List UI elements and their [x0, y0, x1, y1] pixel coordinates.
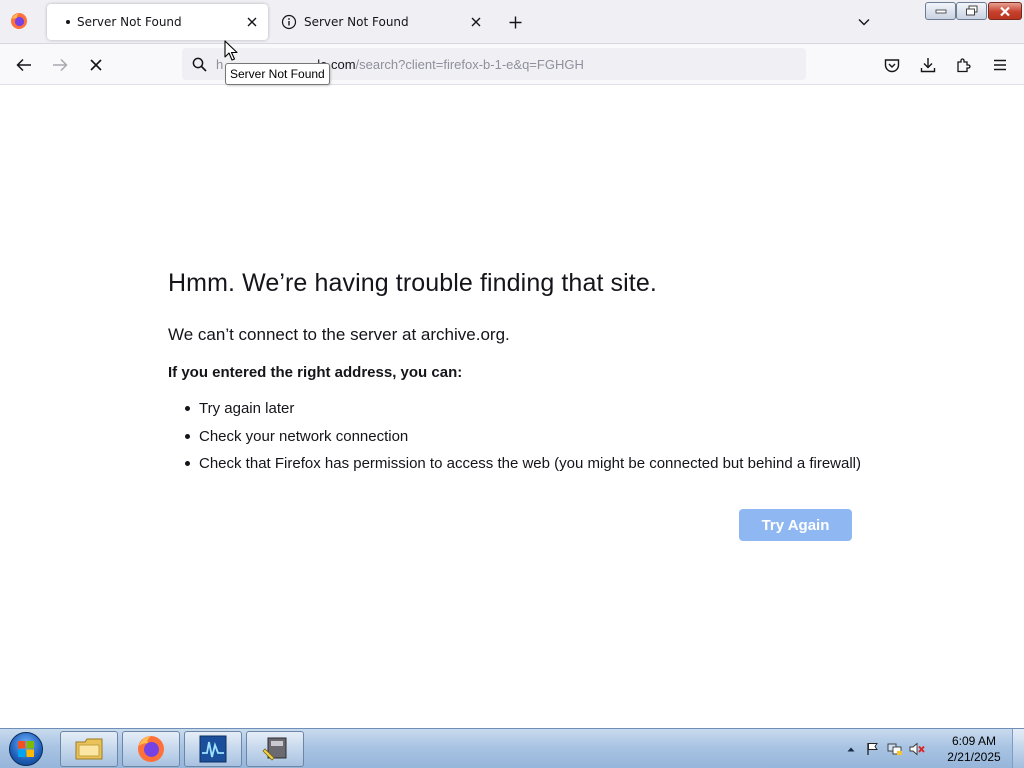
stop-loading-icon[interactable] [83, 52, 109, 78]
volume-muted-icon[interactable] [906, 738, 928, 760]
list-item: Check your network connection [185, 426, 861, 454]
pocket-icon[interactable] [879, 52, 905, 78]
info-icon [281, 14, 297, 30]
tab-title: Server Not Found [304, 15, 409, 29]
list-item: Check that Firefox has permission to acc… [185, 453, 861, 481]
tab-tooltip: Server Not Found [225, 63, 330, 85]
back-arrow-icon[interactable] [11, 52, 37, 78]
taskbar-installer-app[interactable] [246, 731, 304, 767]
close-tab-icon[interactable] [240, 10, 264, 34]
windows-taskbar: 6:09 AM 2/21/2025 [0, 728, 1024, 768]
new-tab-plus-icon[interactable] [503, 10, 527, 34]
try-again-button[interactable]: Try Again [739, 509, 852, 541]
firefox-menu-icon[interactable] [10, 12, 28, 30]
firefox-icon [138, 736, 164, 762]
tab-strip: Server Not Found Server Not Found [0, 0, 1024, 44]
installer-icon [262, 737, 287, 761]
show-desktop-button[interactable] [1012, 729, 1024, 768]
tab-server-not-found[interactable]: Server Not Found [272, 4, 492, 40]
taskbar-firefox[interactable] [122, 731, 180, 767]
mouse-cursor-icon [224, 40, 238, 61]
folder-icon [75, 738, 103, 760]
close-tab-icon[interactable] [464, 10, 488, 34]
windows-logo-icon [9, 732, 43, 766]
error-page: Hmm. We’re having trouble finding that s… [0, 85, 1024, 728]
taskbar-clock[interactable]: 6:09 AM 2/21/2025 [938, 733, 1010, 765]
url-path: /search?client=firefox-b-1-e&q=FGHGH [355, 56, 584, 72]
restore-window-button[interactable] [956, 2, 987, 20]
list-all-tabs-chevron-icon[interactable] [852, 10, 876, 34]
taskbar-monitor-app[interactable] [184, 731, 242, 767]
error-title: Hmm. We’re having trouble finding that s… [168, 269, 657, 297]
system-tray [840, 729, 928, 768]
start-button[interactable] [4, 730, 48, 768]
tab-title: Server Not Found [77, 15, 182, 29]
suggestion-list: Try again later Check your network conne… [185, 398, 861, 481]
list-item: Try again later [185, 398, 861, 426]
tab-server-not-found-active[interactable]: Server Not Found [47, 4, 268, 40]
extensions-puzzle-icon[interactable] [951, 52, 977, 78]
close-window-button[interactable] [988, 2, 1022, 20]
action-center-flag-icon[interactable] [862, 738, 884, 760]
network-icon[interactable] [884, 738, 906, 760]
search-icon [190, 55, 208, 73]
url-prefix: h [216, 56, 224, 72]
clock-date: 2/21/2025 [947, 750, 1001, 764]
loading-dot-icon [66, 20, 70, 24]
minimize-window-button[interactable] [925, 2, 956, 20]
waveform-app-icon [199, 735, 227, 763]
error-description: We can’t connect to the server at archiv… [168, 325, 510, 344]
taskbar-file-explorer[interactable] [60, 731, 118, 767]
show-hidden-icons-arrow-icon[interactable] [840, 738, 862, 760]
navigation-toolbar: h le.com/search?client=firefox-b-1-e&q=FG… [0, 44, 1024, 85]
forward-arrow-icon[interactable] [47, 52, 73, 78]
error-help-heading: If you entered the right address, you ca… [168, 364, 463, 381]
hamburger-menu-icon[interactable] [987, 52, 1013, 78]
clock-time: 6:09 AM [951, 734, 997, 748]
downloads-icon[interactable] [915, 52, 941, 78]
